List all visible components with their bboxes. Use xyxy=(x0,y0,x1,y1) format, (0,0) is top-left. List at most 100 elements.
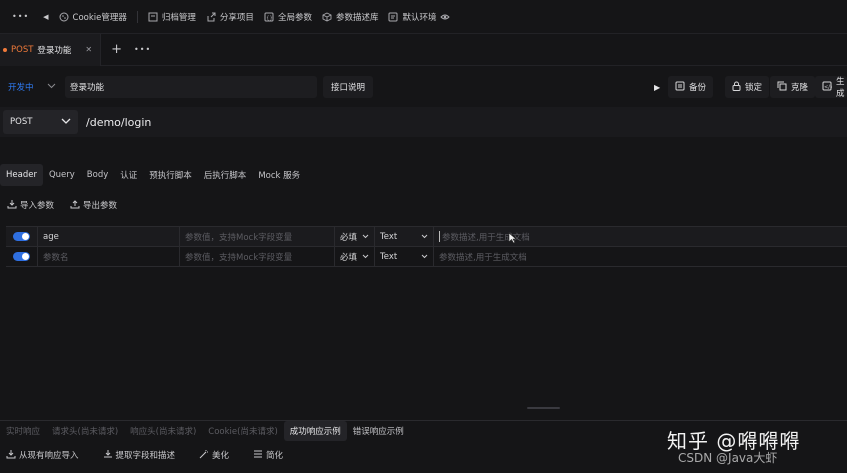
generate-button[interactable]: </> 生成 xyxy=(815,76,847,99)
method-select[interactable]: POST xyxy=(3,110,78,134)
environment-icon xyxy=(388,12,398,22)
share-icon xyxy=(206,12,216,22)
archive-manager-button[interactable]: 归档管理 xyxy=(148,11,196,23)
beautify-button[interactable]: 美化 xyxy=(199,449,229,462)
required-select[interactable]: 必填 xyxy=(335,227,375,246)
extract-icon xyxy=(103,449,113,462)
environment-select[interactable]: 默认环境 xyxy=(388,11,451,23)
param-library-button[interactable]: 参数描述库 xyxy=(322,11,378,23)
enable-toggle[interactable] xyxy=(6,227,38,246)
list-icon xyxy=(253,449,263,462)
param-tabs: Header Query Body 认证 预执行脚本 后执行脚本 Mock 服务 xyxy=(0,164,306,186)
chevron-down-icon xyxy=(421,232,428,242)
unsaved-dot-icon xyxy=(3,47,7,52)
watermark-csdn: CSDN @Java大虾 xyxy=(678,451,778,465)
param-value-placeholder: 参数值，支持Mock字段变量 xyxy=(185,232,293,243)
param-name-placeholder: 参数名 xyxy=(43,252,69,263)
more-icon[interactable]: ••• xyxy=(12,12,29,21)
chevron-down-icon xyxy=(362,232,369,242)
archive-icon xyxy=(148,12,158,22)
param-value-placeholder: 参数值，支持Mock字段变量 xyxy=(185,252,293,263)
tab-response-headers[interactable]: 响应头(尚未请求) xyxy=(124,421,202,441)
response-actions: 从现有响应导入 提取字段和描述 美化 简化 xyxy=(0,447,307,463)
tab-mock[interactable]: Mock 服务 xyxy=(252,164,306,186)
resize-handle[interactable] xyxy=(527,407,560,409)
lock-button[interactable]: 锁定 xyxy=(725,76,770,98)
add-tab-icon[interactable]: + xyxy=(111,42,122,57)
eye-icon[interactable] xyxy=(440,12,451,22)
required-label: 必填 xyxy=(340,252,358,263)
params-table: age 参数值，支持Mock字段变量 必填 Text 参数描述,用于生成文档 参… xyxy=(6,226,847,267)
backup-label: 备份 xyxy=(689,83,707,93)
import-params-button[interactable]: 导入参数 xyxy=(7,199,54,212)
share-project-label: 分享项目 xyxy=(219,12,254,23)
type-label: Text xyxy=(380,251,398,262)
type-select[interactable]: Text xyxy=(375,227,434,246)
extract-fields-button[interactable]: 提取字段和描述 xyxy=(103,449,176,462)
param-actions: 导入参数 导出参数 xyxy=(0,197,117,213)
required-select[interactable]: 必填 xyxy=(335,247,375,266)
tab-method: POST xyxy=(11,44,34,55)
param-value-input[interactable]: 参数值，支持Mock字段变量 xyxy=(180,247,335,266)
param-desc-input[interactable]: 参数描述,用于生成文档 xyxy=(434,227,847,246)
extract-fields-label: 提取字段和描述 xyxy=(115,451,176,461)
api-name-input[interactable]: 登录功能 xyxy=(65,76,317,98)
status-select[interactable]: 开发中 xyxy=(3,76,61,98)
toggle-icon xyxy=(13,252,30,261)
api-info-row: 开发中 登录功能 接口说明 ▶ 备份 锁定 克隆 </> 生成 xyxy=(0,74,847,100)
param-name-input[interactable]: 参数名 xyxy=(38,247,180,266)
request-tab-bar: POST 登录功能 ✕ + ••• xyxy=(0,33,847,66)
clone-button[interactable]: 克隆 xyxy=(770,76,816,98)
tab-auth[interactable]: 认证 xyxy=(114,164,143,186)
archive-manager-label: 归档管理 xyxy=(161,12,196,23)
tab-body[interactable]: Body xyxy=(81,164,114,186)
import-params-label: 导入参数 xyxy=(20,201,55,211)
method-label: POST xyxy=(10,117,33,127)
tab-error-example[interactable]: 错误响应示例 xyxy=(347,421,410,441)
tab-request-headers[interactable]: 请求头(尚未请求) xyxy=(46,421,124,441)
param-desc-input[interactable]: 参数描述,用于生成文档 xyxy=(434,247,847,266)
tab-success-example[interactable]: 成功响应示例 xyxy=(283,420,347,441)
tab-query[interactable]: Query xyxy=(43,164,81,186)
request-tab[interactable]: POST 登录功能 ✕ xyxy=(0,33,102,66)
import-from-response-label: 从现有响应导入 xyxy=(19,451,79,461)
tab-post-script[interactable]: 后执行脚本 xyxy=(198,164,253,186)
magic-wand-icon xyxy=(199,449,209,462)
mouse-pointer-icon xyxy=(508,232,517,247)
clone-label: 克隆 xyxy=(791,83,809,93)
tab-cookie[interactable]: Cookie(尚未请求) xyxy=(202,421,283,441)
back-icon[interactable]: ◀ xyxy=(43,13,48,21)
url-bar: POST /demo/login xyxy=(0,107,847,137)
export-params-button[interactable]: 导出参数 xyxy=(70,199,117,212)
download-icon xyxy=(7,199,17,212)
table-row: age 参数值，支持Mock字段变量 必填 Text 参数描述,用于生成文档 xyxy=(6,227,847,247)
run-button[interactable]: ▶ xyxy=(650,76,664,98)
lock-label: 锁定 xyxy=(745,83,763,93)
backup-button[interactable]: 备份 xyxy=(668,76,714,98)
tab-header[interactable]: Header xyxy=(0,164,43,186)
top-toolbar: ••• ◀ Cookie管理器 归档管理 分享项目 {} 全局参数 参数描述库 xyxy=(0,0,847,34)
play-icon: ▶ xyxy=(654,82,661,92)
param-name-input[interactable]: age xyxy=(38,227,180,246)
param-name: age xyxy=(43,231,59,242)
chevron-down-icon xyxy=(362,252,369,262)
close-icon[interactable]: ✕ xyxy=(85,45,92,54)
api-description-button[interactable]: 接口说明 xyxy=(323,76,373,98)
simplify-button[interactable]: 简化 xyxy=(253,449,283,462)
enable-toggle[interactable] xyxy=(6,247,38,266)
type-select[interactable]: Text xyxy=(375,247,434,266)
import-from-response-button[interactable]: 从现有响应导入 xyxy=(6,449,79,462)
cookie-manager-button[interactable]: Cookie管理器 xyxy=(59,11,127,23)
chevron-down-icon xyxy=(61,117,71,127)
tab-pre-script[interactable]: 预执行脚本 xyxy=(143,164,198,186)
param-value-input[interactable]: 参数值，支持Mock字段变量 xyxy=(180,227,335,246)
lock-icon xyxy=(732,81,741,94)
tab-more-icon[interactable]: ••• xyxy=(134,45,151,54)
share-project-button[interactable]: 分享项目 xyxy=(206,11,254,23)
type-label: Text xyxy=(380,231,398,242)
global-params-button[interactable]: {} 全局参数 xyxy=(264,11,312,23)
cookie-icon xyxy=(59,12,69,22)
url-input[interactable]: /demo/login xyxy=(86,116,151,129)
tab-live-response[interactable]: 实时响应 xyxy=(0,421,46,441)
clone-icon xyxy=(777,81,787,94)
